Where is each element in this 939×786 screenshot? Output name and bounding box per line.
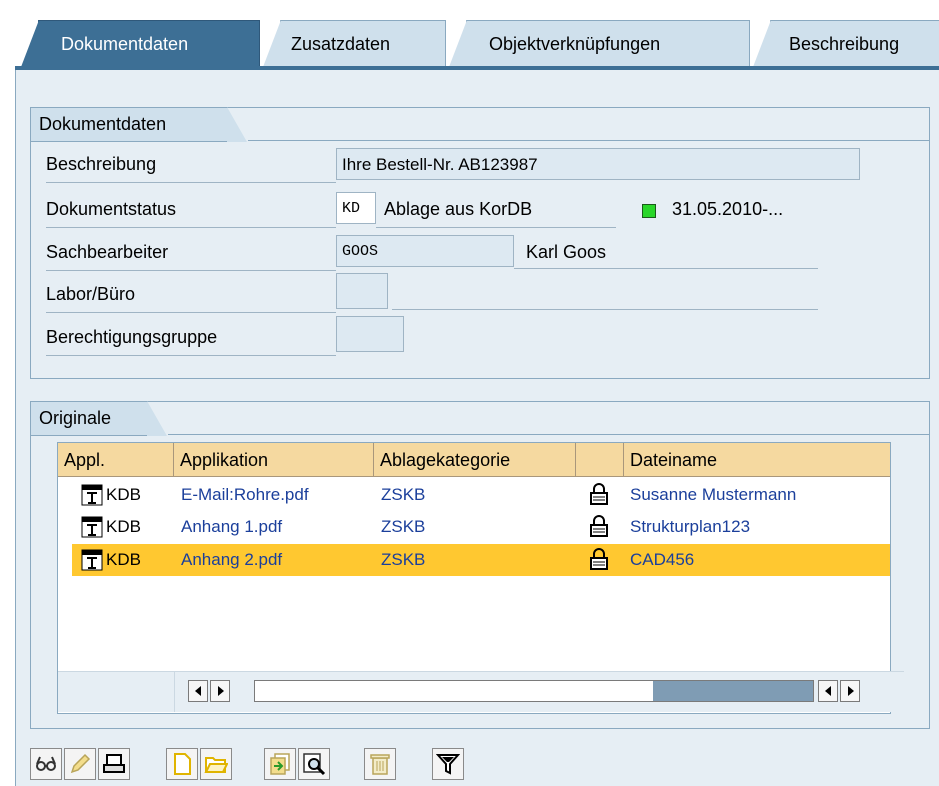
- delete-icon: [370, 754, 390, 775]
- lock-icon: [590, 483, 608, 505]
- divider: [392, 309, 818, 310]
- document-app-icon: [81, 516, 103, 538]
- tab-strip: Dokumentdaten Zusatzdaten Objektverknüpf…: [0, 0, 939, 68]
- appl-cell: KDB: [106, 485, 141, 504]
- divider: [46, 355, 336, 356]
- scroll-thumb[interactable]: [653, 681, 813, 701]
- print-button[interactable]: [98, 748, 130, 780]
- table-row[interactable]: KDB Anhang 1.pdf ZSKB Strukturplan123: [58, 511, 890, 543]
- status-code-field[interactable]: KD: [336, 192, 376, 224]
- group-title-line: [168, 434, 929, 435]
- scroll-spacer: [58, 672, 175, 712]
- table-row[interactable]: KDB E-Mail:Rohre.pdf ZSKB Susanne Muster…: [58, 479, 890, 511]
- scroll-right-button-2[interactable]: [840, 680, 860, 702]
- copy-icon: [270, 753, 290, 775]
- change-icon: [70, 753, 91, 774]
- table-row-selected[interactable]: KDB Anhang 2.pdf ZSKB CAD456: [72, 544, 890, 576]
- change-button[interactable]: [64, 748, 96, 780]
- document-app-icon: [81, 549, 103, 571]
- divider: [46, 270, 336, 271]
- search-button[interactable]: [298, 748, 330, 780]
- dateiname-link[interactable]: Strukturplan123: [630, 511, 750, 543]
- group-title: Dokumentdaten: [30, 107, 247, 142]
- sachbearbeiter-field[interactable]: GOOS: [336, 235, 514, 267]
- column-header-dateiname[interactable]: Dateiname: [624, 443, 890, 477]
- divider: [46, 182, 336, 183]
- divider: [46, 312, 336, 313]
- divider: [46, 227, 336, 228]
- divider: [376, 227, 616, 228]
- tab-label: Dokumentdaten: [61, 34, 189, 54]
- label-labor: Labor/Büro: [46, 284, 136, 304]
- print-icon: [103, 754, 125, 773]
- group-title: Originale: [30, 401, 167, 436]
- dateiname-link[interactable]: CAD456: [630, 544, 694, 576]
- label-berechtigungsgruppe: Berechtigungsgruppe: [46, 327, 218, 347]
- berechtigungsgruppe-field[interactable]: [336, 316, 404, 352]
- applikation-link[interactable]: Anhang 1.pdf: [181, 511, 282, 543]
- applikation-link[interactable]: Anhang 2.pdf: [181, 544, 282, 576]
- create-button[interactable]: [166, 748, 198, 780]
- group-title-line: [248, 140, 929, 141]
- open-icon: [204, 757, 228, 773]
- create-icon: [174, 753, 191, 775]
- beschreibung-field[interactable]: Ihre Bestell-Nr. AB123987: [336, 148, 860, 180]
- label-dokumentstatus: Dokumentstatus: [46, 199, 177, 219]
- tab-label: Beschreibung: [789, 34, 900, 54]
- scroll-right-button[interactable]: [210, 680, 230, 702]
- display-icon: [36, 756, 56, 771]
- copy-button[interactable]: [264, 748, 296, 780]
- originale-table: Appl. Applikation Ablagekategorie Datein…: [57, 442, 904, 714]
- column-header-ablagekategorie[interactable]: Ablagekategorie: [374, 443, 576, 477]
- kategorie-cell: ZSKB: [381, 485, 426, 504]
- status-date: 31.05.2010-...: [672, 199, 784, 219]
- tab-label: Objektverknüpfungen: [489, 34, 661, 54]
- dateiname-link[interactable]: Susanne Mustermann: [630, 479, 796, 511]
- status-led-icon: [642, 204, 656, 218]
- column-header-applikation[interactable]: Applikation: [174, 443, 374, 477]
- labor-field[interactable]: [336, 273, 388, 309]
- display-button[interactable]: [30, 748, 62, 780]
- status-text: Ablage aus KorDB: [384, 199, 533, 219]
- lock-icon: [590, 548, 608, 570]
- scroll-left-button-2[interactable]: [818, 680, 838, 702]
- sachbearbeiter-name: Karl Goos: [526, 242, 607, 262]
- label-sachbearbeiter: Sachbearbeiter: [46, 242, 169, 262]
- filter-icon: [436, 754, 460, 775]
- column-header-appl[interactable]: Appl.: [58, 443, 174, 477]
- horizontal-scrollbar-row: [58, 671, 904, 712]
- kategorie-cell: ZSKB: [381, 517, 426, 536]
- applikation-link[interactable]: E-Mail:Rohre.pdf: [181, 479, 309, 511]
- column-header-lock[interactable]: [576, 443, 624, 477]
- document-screen: Dokumentdaten Zusatzdaten Objektverknüpf…: [0, 0, 939, 786]
- scroll-left-button[interactable]: [188, 680, 208, 702]
- appl-cell: KDB: [106, 517, 141, 536]
- kategorie-cell: ZSKB: [381, 550, 426, 569]
- appl-cell: KDB: [106, 550, 141, 569]
- document-app-icon: [81, 484, 103, 506]
- delete-button[interactable]: [364, 748, 396, 780]
- lock-icon: [590, 515, 608, 537]
- tab-dokumentdaten[interactable]: Dokumentdaten: [21, 20, 260, 67]
- open-button[interactable]: [200, 748, 232, 780]
- divider: [514, 268, 818, 269]
- search-icon: [303, 753, 326, 776]
- scroll-track[interactable]: [254, 680, 814, 702]
- tab-beschreibung[interactable]: Beschreibung: [753, 20, 939, 67]
- tab-label: Zusatzdaten: [291, 34, 391, 54]
- filter-button[interactable]: [432, 748, 464, 780]
- label-beschreibung: Beschreibung: [46, 154, 157, 174]
- tab-objektverknuepfungen[interactable]: Objektverknüpfungen: [449, 20, 750, 67]
- tab-zusatzdaten[interactable]: Zusatzdaten: [263, 20, 446, 67]
